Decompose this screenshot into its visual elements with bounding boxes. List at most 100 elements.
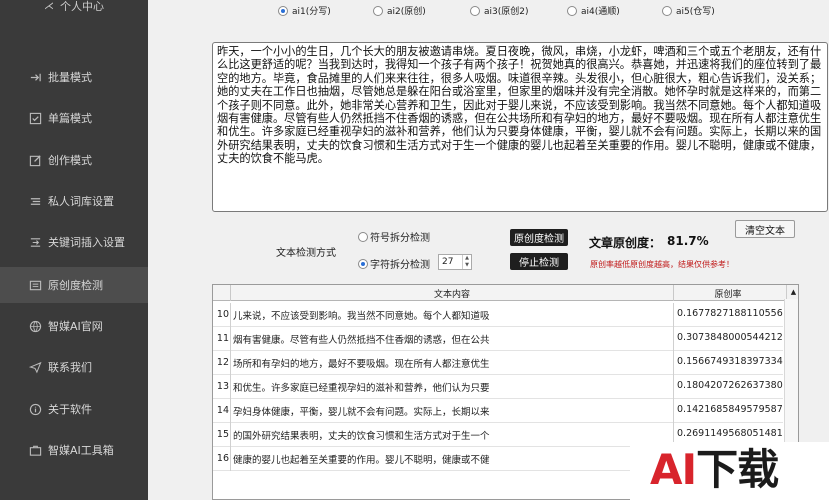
radio-ai3[interactable]: ai3(原创2) [470, 4, 529, 17]
watermark-logo: AI下载 [630, 442, 829, 500]
radio-label: ai1(分写) [292, 7, 331, 17]
send-icon [28, 360, 42, 374]
row-index: 15 [216, 429, 229, 440]
radio-dot [278, 5, 288, 16]
row-content: 健康的婴儿也起着至关重要的作用。婴儿不聪明，健康或不健 [233, 455, 490, 466]
row-rate: 0.14216858495795873 [677, 404, 783, 415]
sidebar-item-label: 关键词插入设置 [48, 236, 125, 249]
result-warning: 原创率越低原创度越高，结果仅供参考！ [590, 260, 734, 269]
sidebar-item-label: 原创度检测 [48, 279, 103, 292]
sidebar-item-label: 批量模式 [48, 71, 92, 84]
row-index: 12 [216, 357, 229, 368]
radio-dot [358, 231, 368, 242]
list-icon [28, 194, 42, 208]
watermark-ai-text: AI [650, 445, 697, 494]
sidebar-item-label: 个人中心 [60, 0, 104, 13]
sidebar-item-batch-mode[interactable]: 批量模式 [0, 59, 148, 95]
toolbox-icon [28, 443, 42, 457]
radio-symbol-split[interactable]: 符号拆分检测 [358, 229, 430, 244]
sidebar-item-label: 单篇模式 [48, 112, 92, 125]
row-content: 儿来说，不应该受到影响。我当然不同意她。每个人都知道吸 [233, 311, 490, 322]
sidebar-item-personal-center[interactable]: ⋌ 个人中心 [0, 0, 148, 18]
document-icon [28, 278, 42, 292]
sidebar-item-single-mode[interactable]: 单篇模式 [0, 100, 148, 136]
row-rate: 0.18042072626373806 [677, 380, 783, 391]
row-content: 和优生。许多家庭已经重视孕妇的滋补和营养，他们认为只要 [233, 383, 490, 394]
row-index: 13 [216, 381, 229, 392]
radio-label: ai3(原创2) [484, 7, 529, 17]
spinner-arrows-icon[interactable]: ▲ ▼ [462, 255, 471, 269]
radio-dot [567, 5, 577, 16]
table-row[interactable]: 13 和优生。许多家庭已经重视孕妇的滋补和营养，他们认为只要 0.1804207… [213, 375, 783, 399]
radio-label: ai2(原创) [387, 7, 426, 17]
row-index: 14 [216, 405, 229, 416]
sidebar-item-originality-check[interactable]: 原创度检测 [0, 267, 148, 303]
ai-mode-radio-group: ai1(分写) ai2(原创) ai3(原创2) ai4(通顺) ai5(仓写) [148, 4, 829, 20]
sidebar-item-label: 关于软件 [48, 403, 92, 416]
sidebar-item-contact-us[interactable]: 联系我们 [0, 349, 148, 385]
sidebar-item-label: 智媒AI官网 [48, 320, 103, 333]
sidebar-item-label: 创作模式 [48, 154, 92, 167]
main-panel: ai1(分写) ai2(原创) ai3(原创2) ai4(通顺) ai5(仓写)… [148, 0, 829, 500]
originality-detect-button[interactable]: 原创度检测 [510, 229, 568, 246]
row-index: 10 [216, 309, 229, 320]
radio-label: 字符拆分检测 [370, 260, 430, 271]
column-header-rate[interactable]: 原创率 [673, 287, 783, 300]
sidebar-item-label: 私人词库设置 [48, 195, 114, 208]
batch-arrow-icon [28, 70, 42, 84]
radio-label: ai4(通顺) [581, 7, 620, 17]
radio-ai2[interactable]: ai2(原创) [373, 4, 426, 17]
column-header-content[interactable]: 文本内容 [231, 287, 673, 300]
row-content: 场所和有孕妇的地方，最好不要吸烟。现在所有人都注意优生 [233, 359, 490, 370]
char-count-stepper[interactable]: 27 ▲ ▼ [438, 254, 472, 270]
radio-label: ai5(仓写) [676, 7, 715, 17]
user-icon: ⋌ [44, 0, 54, 12]
row-index: 16 [216, 453, 229, 464]
radio-ai4[interactable]: ai4(通顺) [567, 4, 620, 17]
radio-ai5[interactable]: ai5(仓写) [662, 4, 715, 17]
clear-text-button[interactable]: 清空文本 [735, 220, 795, 238]
row-content: 烟有害健康。尽管有些人仍然抵挡不住香烟的诱惑，但在公共 [233, 335, 490, 346]
radio-dot [662, 5, 672, 16]
radio-dot [470, 5, 480, 16]
char-count-value: 27 [442, 257, 454, 267]
insert-icon [28, 235, 42, 249]
row-rate: 0.16778271881105566 [677, 308, 783, 319]
watermark-cn-text: 下载 [696, 445, 779, 494]
table-row[interactable]: 14 孕妇身体健康，平衡，婴儿就不会有问题。实际上，长期以来 0.1421685… [213, 399, 783, 423]
checkbox-icon [28, 111, 42, 125]
globe-icon [28, 319, 42, 333]
detect-method-label: 文本检测方式 [276, 248, 336, 259]
sidebar-item-about[interactable]: 关于软件 [0, 391, 148, 427]
scroll-up-icon[interactable]: ▲ [786, 285, 798, 299]
stop-detect-button[interactable]: 停止检测 [510, 253, 568, 270]
sidebar-item-official-site[interactable]: 智媒AI官网 [0, 308, 148, 344]
row-rate: 0.15667493183973344 [677, 356, 783, 367]
sidebar-item-label: 联系我们 [48, 361, 92, 374]
radio-char-split[interactable]: 字符拆分检测 [358, 256, 430, 271]
row-rate: 0.30738480005442126 [677, 332, 783, 343]
row-rate: 0.26911495680514813 [677, 428, 783, 439]
row-content: 的国外研究结果表明，丈夫的饮食习惯和生活方式对于生一个 [233, 431, 490, 442]
radio-dot [358, 258, 368, 269]
sidebar-item-create-mode[interactable]: 创作模式 [0, 142, 148, 178]
sidebar: ⋌ 个人中心 批量模式 单篇模式 创作模式 私人词库设置 关键词插入设置 原创度… [0, 0, 148, 500]
table-row[interactable]: 11 烟有害健康。尽管有些人仍然抵挡不住香烟的诱惑，但在公共 0.3073848… [213, 327, 783, 351]
radio-dot [373, 5, 383, 16]
table-header: 文本内容 原创率 ▲ [213, 285, 798, 301]
article-textarea[interactable]: 昨天，一个小小的生日，几个长大的朋友被邀请串烧。夏日夜晚，微风，串烧，小龙虾，啤… [212, 42, 828, 212]
table-row[interactable]: 12 场所和有孕妇的地方，最好不要吸烟。现在所有人都注意优生 0.1566749… [213, 351, 783, 375]
score-label: 文章原创度： [589, 236, 662, 250]
radio-ai1[interactable]: ai1(分写) [278, 4, 331, 17]
sidebar-item-keyword-insert[interactable]: 关键词插入设置 [0, 224, 148, 260]
score-value: 81.7% [667, 234, 709, 248]
sidebar-item-private-lexicon[interactable]: 私人词库设置 [0, 183, 148, 219]
row-index: 11 [216, 333, 229, 344]
radio-label: 符号拆分检测 [370, 233, 430, 244]
edit-icon [28, 153, 42, 167]
sidebar-item-toolbox[interactable]: 智媒AI工具箱 [0, 432, 148, 468]
table-row[interactable]: 10 儿来说，不应该受到影响。我当然不同意她。每个人都知道吸 0.1677827… [213, 303, 783, 327]
info-icon [28, 402, 42, 416]
row-content: 孕妇身体健康，平衡，婴儿就不会有问题。实际上，长期以来 [233, 407, 490, 418]
sidebar-item-label: 智媒AI工具箱 [48, 444, 114, 457]
